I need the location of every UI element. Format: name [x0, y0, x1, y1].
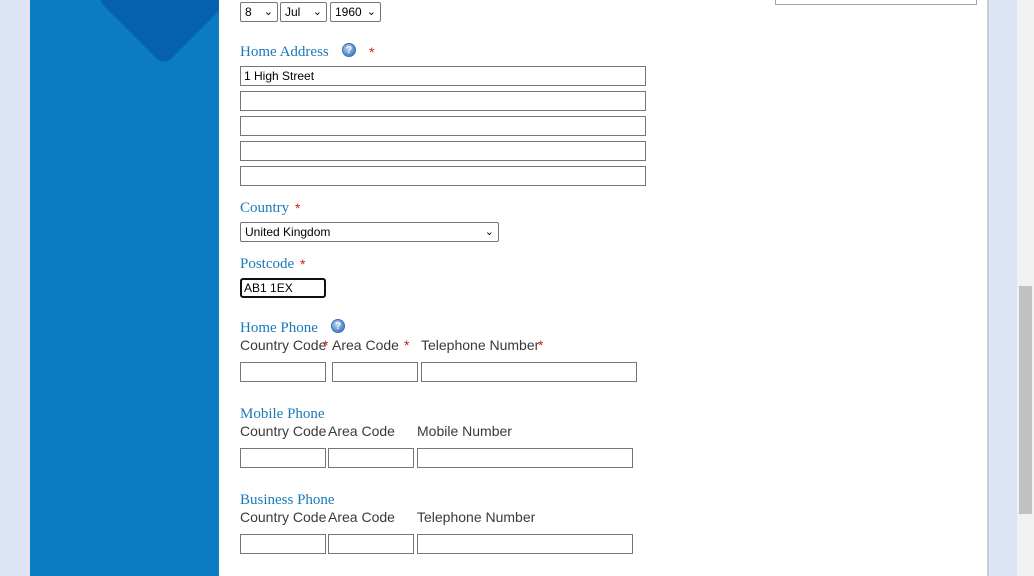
postcode-input[interactable]	[240, 278, 326, 298]
panel-border	[987, 0, 989, 576]
required-mark: *	[404, 337, 410, 353]
mobile-area-code-label: Area Code	[328, 423, 395, 439]
dob-day-value: 8	[245, 5, 252, 19]
required-mark: *	[295, 200, 301, 216]
home-telephone-number-input[interactable]	[421, 362, 637, 382]
left-sidebar	[30, 0, 219, 576]
business-phone-label: Business Phone	[240, 492, 335, 508]
home-telephone-number-label: Telephone Number	[421, 337, 540, 353]
chevron-down-icon: ⌄	[312, 6, 322, 18]
mobile-country-code-input[interactable]	[240, 448, 326, 468]
sidebar-diamond-decoration	[96, 0, 219, 66]
chevron-down-icon: ⌄	[263, 6, 273, 18]
business-telephone-number-label: Telephone Number	[417, 509, 536, 525]
home-address-label: Home Address	[240, 44, 329, 60]
dob-month-select[interactable]: Jul ⌄	[280, 2, 327, 22]
country-select[interactable]: United Kingdom ⌄	[240, 222, 499, 242]
help-question-icon[interactable]: ?	[331, 319, 345, 333]
mobile-number-label: Mobile Number	[417, 423, 512, 439]
required-mark: *	[538, 337, 544, 353]
business-telephone-number-input[interactable]	[417, 534, 633, 554]
address-line-4-input[interactable]	[240, 141, 646, 161]
required-mark: *	[323, 337, 329, 353]
home-area-code-input[interactable]	[332, 362, 418, 382]
home-country-code-label: Country Code	[240, 337, 327, 353]
business-area-code-label: Area Code	[328, 509, 395, 525]
scrollbar-thumb[interactable]	[1019, 286, 1032, 514]
dob-day-select[interactable]: 8 ⌄	[240, 2, 278, 22]
help-question-icon[interactable]: ?	[342, 43, 356, 57]
vertical-scrollbar[interactable]	[1017, 0, 1034, 576]
mobile-number-input[interactable]	[417, 448, 633, 468]
business-country-code-input[interactable]	[240, 534, 326, 554]
chevron-down-icon: ⌄	[484, 226, 494, 238]
top-right-box	[775, 0, 977, 5]
address-line-1-input[interactable]	[240, 66, 646, 86]
home-country-code-input[interactable]	[240, 362, 326, 382]
country-label: Country	[240, 200, 290, 216]
chevron-down-icon: ⌄	[366, 6, 376, 18]
business-country-code-label: Country Code	[240, 509, 327, 525]
required-mark: *	[369, 44, 375, 60]
home-phone-label: Home Phone	[240, 320, 318, 336]
mobile-phone-label: Mobile Phone	[240, 406, 325, 422]
dob-year-value: 1960	[335, 5, 362, 19]
required-mark: *	[300, 256, 306, 272]
mobile-country-code-label: Country Code	[240, 423, 327, 439]
mobile-area-code-input[interactable]	[328, 448, 414, 468]
dob-year-select[interactable]: 1960 ⌄	[330, 2, 381, 22]
form-panel	[219, 0, 987, 576]
business-area-code-input[interactable]	[328, 534, 414, 554]
address-line-5-input[interactable]	[240, 166, 646, 186]
postcode-label: Postcode	[240, 256, 295, 272]
dob-month-value: Jul	[285, 5, 301, 19]
home-area-code-label: Area Code	[332, 337, 399, 353]
address-line-2-input[interactable]	[240, 91, 646, 111]
address-line-3-input[interactable]	[240, 116, 646, 136]
country-value: United Kingdom	[245, 225, 331, 239]
